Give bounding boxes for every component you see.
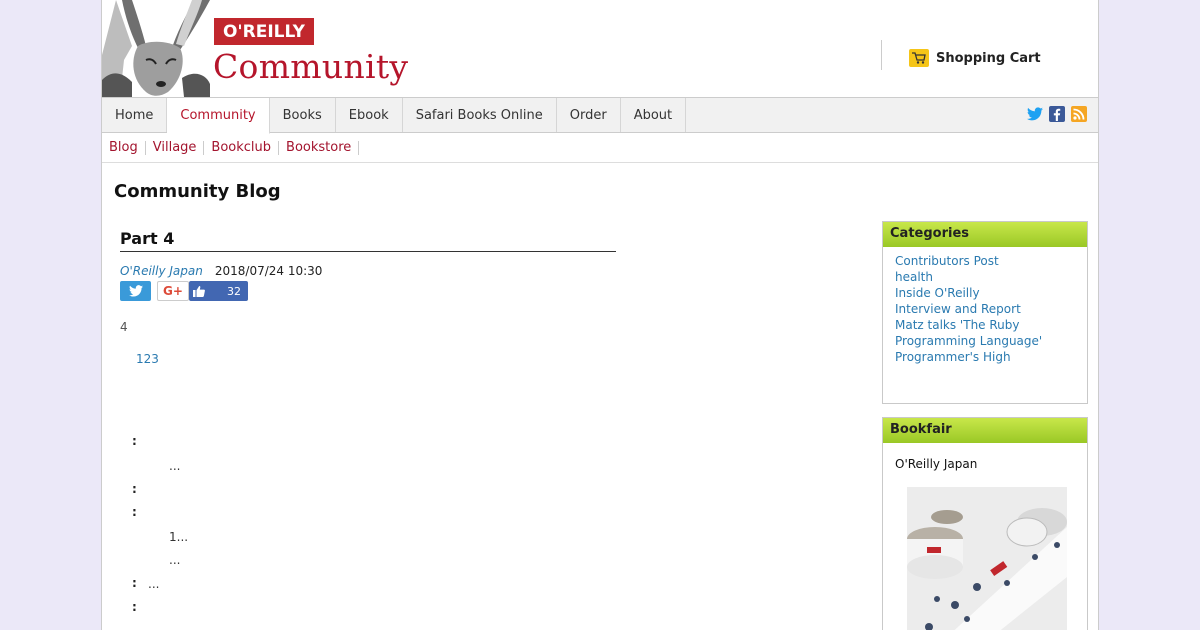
page-title: Community Blog <box>114 181 281 202</box>
nav-item-books[interactable]: Books <box>270 98 336 132</box>
twitter-icon <box>128 285 143 297</box>
tweet-button[interactable] <box>120 281 151 301</box>
google-plus-icon: G+ <box>163 284 183 298</box>
nav-item-community[interactable]: Community <box>167 98 270 134</box>
subnav-item-bookclub[interactable]: Bookclub <box>211 140 280 155</box>
cart-label: Shopping Cart <box>936 50 1041 66</box>
subnav-item-blog[interactable]: Blog <box>109 140 146 155</box>
category-link[interactable]: Programming Language' <box>895 333 1075 349</box>
community-subnav: Blog Village Bookclub Bookstore <box>102 133 1098 163</box>
category-link[interactable]: health <box>895 269 1075 285</box>
header-divider <box>881 40 882 70</box>
thumbs-up-icon <box>189 285 209 297</box>
social-links <box>1027 106 1087 122</box>
fennec-fox-mascot <box>102 0 210 97</box>
category-link[interactable]: Inside O'Reilly <box>895 285 1075 301</box>
community-wordmark[interactable]: Community <box>213 47 408 86</box>
dialogue-colon: : <box>132 482 137 496</box>
site-header: O'REILLY Community Shopping Cart <box>102 0 1098 98</box>
dialogue-ellipsis: 1... <box>169 530 189 544</box>
dialogue-colon: : <box>132 576 137 590</box>
bookfair-text: O'Reilly Japan <box>895 457 978 471</box>
dialogue-ellipsis: ... <box>169 459 181 473</box>
dialogue-colon: : <box>132 600 137 614</box>
post-datetime: 2018/07/24 10:30 <box>214 264 323 278</box>
categories-title: Categories <box>883 222 1087 247</box>
category-link[interactable]: Programmer's High <box>895 349 1075 365</box>
blog-post: Part 4 O'Reilly Japan 2018/07/24 10:30 G… <box>120 229 616 301</box>
post-body-link[interactable]: 123 <box>136 352 159 366</box>
nav-item-home[interactable]: Home <box>102 98 168 132</box>
like-count: 32 <box>227 284 241 298</box>
page-container: O'REILLY Community Shopping Cart Home Co… <box>101 0 1099 630</box>
nav-item-order[interactable]: Order <box>557 98 621 132</box>
dialogue-colon: : <box>132 505 137 519</box>
bookfair-box: Bookfair O'Reilly Japan <box>882 417 1088 630</box>
dialogue-ellipsis: ... <box>169 553 181 567</box>
nav-item-ebook[interactable]: Ebook <box>336 98 403 132</box>
category-link[interactable]: Matz talks 'The Ruby <box>895 317 1075 333</box>
twitter-icon[interactable] <box>1027 106 1043 122</box>
bookfair-title: Bookfair <box>883 418 1087 443</box>
main-nav: Home Community Books Ebook Safari Books … <box>102 98 1098 134</box>
post-author-link[interactable]: O'Reilly Japan <box>120 264 203 278</box>
post-title[interactable]: Part 4 <box>120 229 616 252</box>
nav-item-safari-books-online[interactable]: Safari Books Online <box>403 98 557 132</box>
categories-list: Contributors Post health Inside O'Reilly… <box>883 247 1087 403</box>
subnav-item-bookstore[interactable]: Bookstore <box>286 140 360 155</box>
oreilly-logo-badge[interactable]: O'REILLY <box>214 18 314 45</box>
post-meta: O'Reilly Japan 2018/07/24 10:30 <box>120 264 616 278</box>
post-body-lead: 4 <box>120 320 128 334</box>
category-link[interactable]: Contributors Post <box>895 253 1075 269</box>
facebook-icon[interactable] <box>1049 106 1065 122</box>
shopping-cart-link[interactable]: Shopping Cart <box>909 49 1041 67</box>
facebook-like-button[interactable]: 32 <box>189 281 248 301</box>
dialogue-colon: : <box>132 434 137 448</box>
bookfair-product-image[interactable] <box>907 487 1067 630</box>
rss-icon[interactable] <box>1071 106 1087 122</box>
google-plus-button[interactable]: G+ <box>157 281 189 301</box>
subnav-item-village[interactable]: Village <box>153 140 205 155</box>
nav-item-about[interactable]: About <box>621 98 687 132</box>
categories-box: Categories Contributors Post health Insi… <box>882 221 1088 404</box>
share-buttons: G+ 32 <box>120 281 616 301</box>
dialogue-ellipsis: ... <box>148 577 160 591</box>
category-link[interactable]: Interview and Report <box>895 301 1075 317</box>
cart-icon <box>909 49 929 67</box>
